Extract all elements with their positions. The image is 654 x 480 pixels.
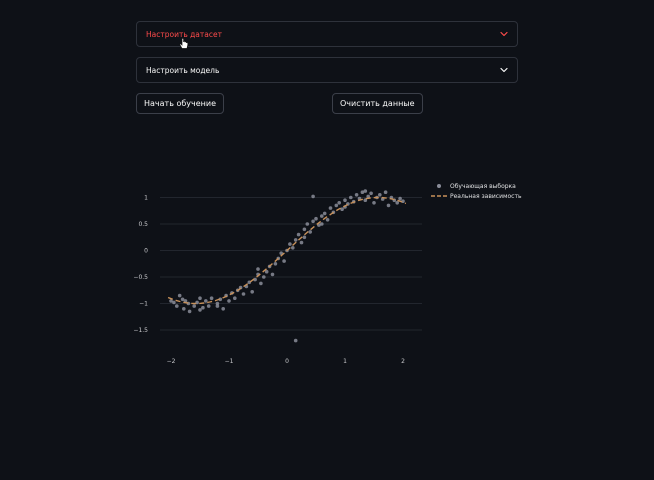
data-point [363,189,368,193]
data-point [325,218,330,222]
data-point [273,262,278,266]
data-point [311,219,315,224]
data-point [227,299,231,303]
data-point [198,308,202,312]
data-point [320,214,324,218]
data-point [177,293,182,298]
x-tick-label: 2 [401,358,405,365]
data-point [302,235,307,240]
y-tick-label: 0.5 [138,221,148,228]
data-point [308,230,313,234]
data-point [187,309,192,314]
data-point [343,198,347,202]
data-point [314,216,318,221]
data-point [299,240,304,245]
legend-label-true: Реальная зависимость [450,193,522,200]
data-point [291,246,295,250]
data-point [322,211,327,216]
data-point [192,304,196,308]
data-point [349,195,353,200]
hand-pointer-icon [179,35,189,54]
data-point [233,296,237,301]
regression-chart: 1 0.5 0 −0.5 −1 −1.5 −2 −1 0 1 2 Обучающая выборка… [133,183,522,365]
data-point [328,206,333,210]
data-point [215,304,220,308]
data-point [262,275,266,279]
data-point [383,190,388,194]
data-point [198,296,202,301]
data-point [369,191,373,196]
data-point [302,227,307,232]
data-point [305,222,310,226]
data-point [250,290,254,294]
y-tick-label: −0.5 [133,274,148,281]
data-point [372,201,376,205]
x-tick-label: 1 [343,358,347,365]
data-point [354,193,359,197]
data-point [172,300,176,305]
data-point [337,201,342,205]
data-point [204,299,208,303]
y-tick-label: −1 [139,301,148,308]
data-point [293,338,298,343]
chart-legend[interactable]: Обучающая выборка Реальная зависимость [431,183,522,200]
x-tick-label: −2 [167,358,176,365]
data-point [288,242,292,246]
data-point [340,207,344,211]
x-tick-label: −1 [225,358,234,365]
legend-label-training: Обучающая выборка [450,183,516,190]
data-point [398,196,402,201]
data-point [182,307,186,311]
data-point [296,232,301,237]
data-point [395,201,400,205]
data-point [209,296,214,301]
data-point [221,307,225,311]
y-tick-label: −1.5 [133,327,148,334]
y-tick-label: 0 [144,248,148,255]
data-point [241,292,246,296]
data-point [270,272,275,277]
data-point [206,304,211,308]
y-tick-label: 1 [144,195,148,202]
data-point [259,281,263,286]
data-point [175,304,179,308]
data-point [320,222,324,226]
data-point [282,259,286,263]
legend-marker-training [437,184,441,188]
app-page: Настроить датасет Настроить модель Начат… [0,0,654,480]
data-point [386,203,391,208]
data-point [201,305,205,310]
x-tick-label: 0 [285,358,289,365]
data-point [378,193,382,197]
data-point [293,238,298,242]
data-point [334,203,339,208]
data-point [311,194,315,199]
data-point [256,267,260,271]
